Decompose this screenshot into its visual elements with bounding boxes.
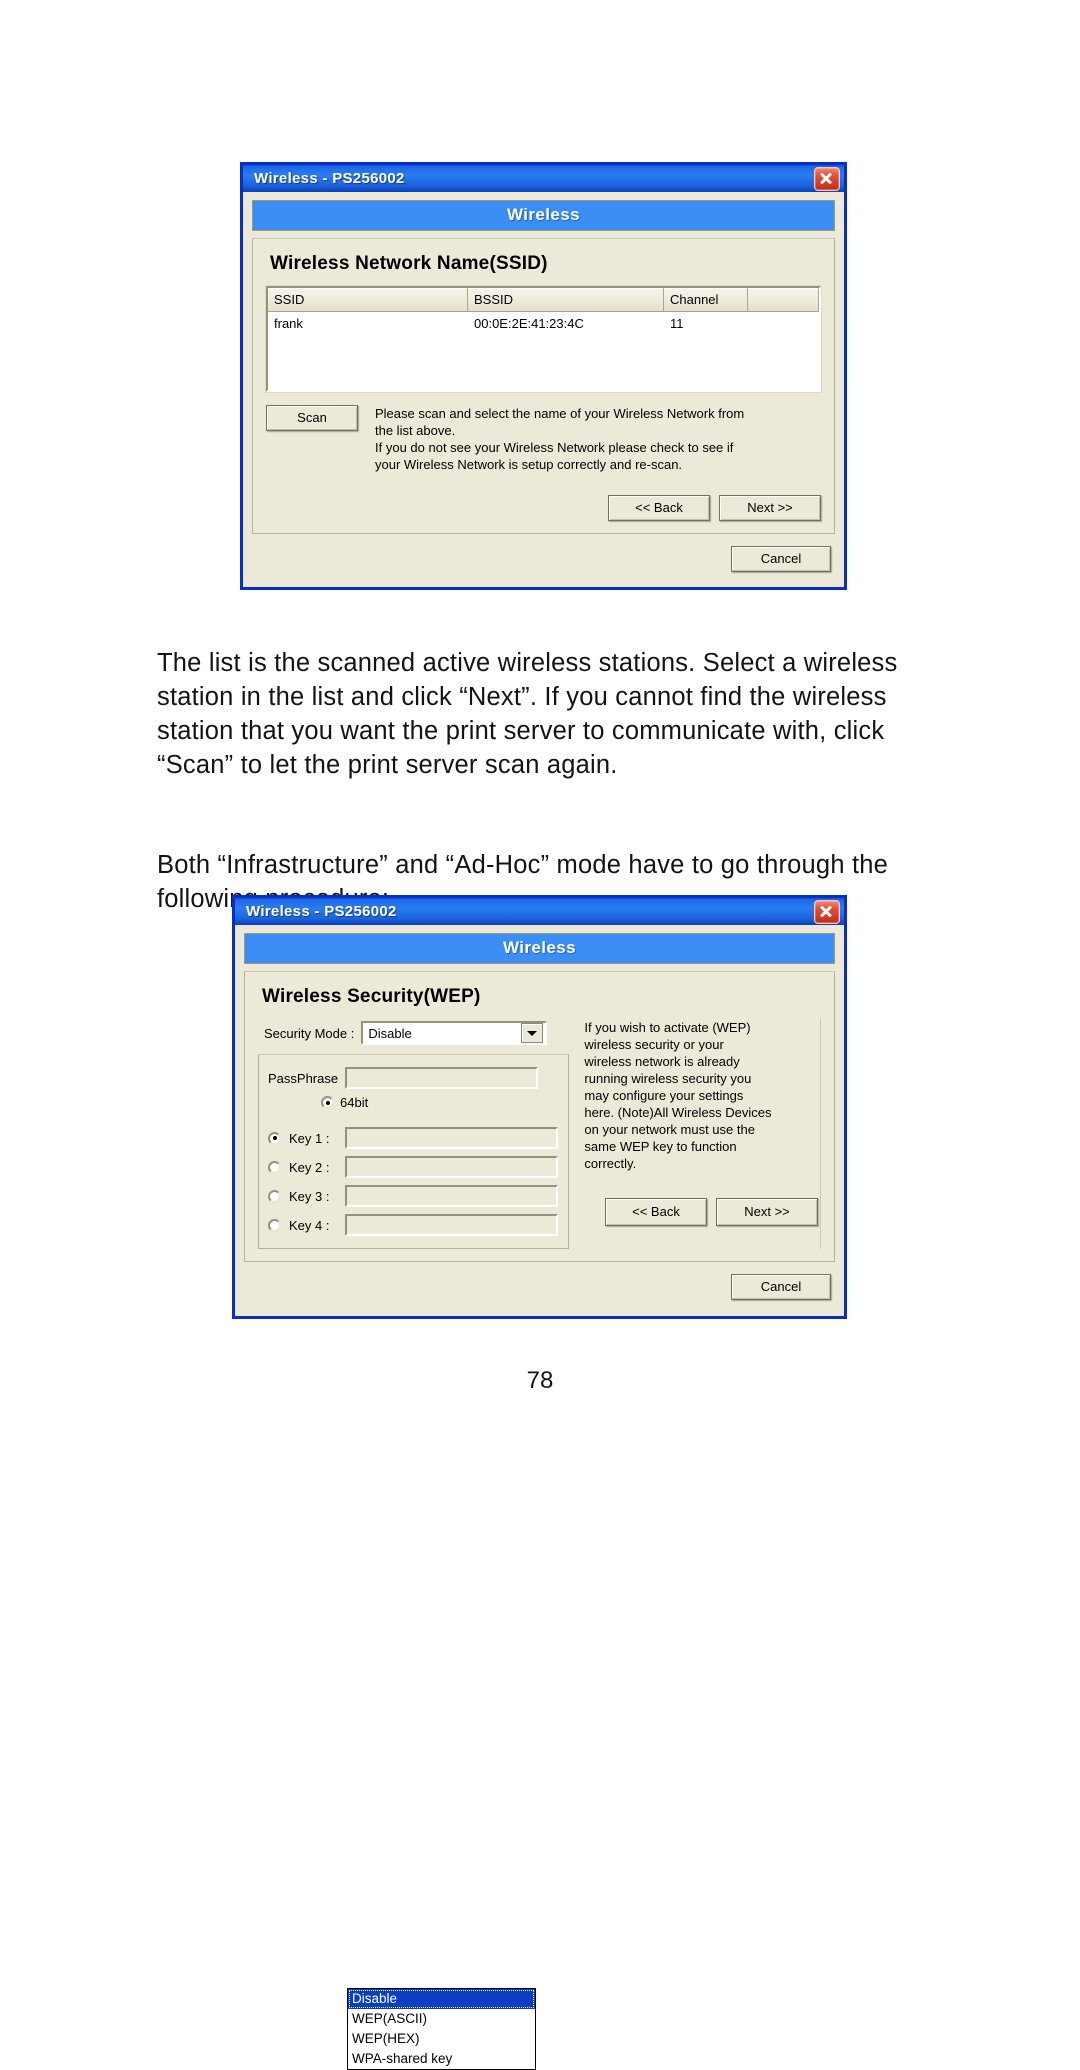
dialog1-body: Wireless Wireless Network Name(SSID) SSI… <box>243 192 844 582</box>
scan-button[interactable]: Scan <box>266 405 358 431</box>
page-number: 78 <box>526 1367 554 1394</box>
passphrase-label: PassPhrase <box>268 1070 339 1086</box>
help-line: wireless security or your <box>584 1037 724 1052</box>
dialog1-cancel-row: Cancel <box>252 546 835 572</box>
dialog2-banner: Wireless <box>244 933 835 964</box>
security-mode-label: Security Mode : <box>264 1025 355 1041</box>
security-left-column: Security Mode : Disable PassPhrase 64bit… <box>258 1019 570 1249</box>
key-4-input[interactable] <box>345 1214 559 1236</box>
key-3-radio[interactable] <box>268 1189 281 1203</box>
key-2-label: Key 2 : <box>289 1159 330 1175</box>
cell-channel: 11 <box>670 316 684 331</box>
security-help-text: If you wish to activate (WEP) wireless s… <box>584 1019 821 1249</box>
option-disable[interactable]: Disable <box>348 1989 535 2009</box>
help-line: on your network must use the <box>584 1122 755 1137</box>
key-rows: Key 1 : Key 2 : Key 3 : Key 4: <box>268 1127 559 1236</box>
panel-title: Wireless Network Name(SSID) <box>270 253 548 274</box>
cell-ssid: frank <box>274 316 303 331</box>
cancel-button[interactable]: Cancel <box>731 1274 831 1300</box>
back-button[interactable]: << Back <box>608 495 710 521</box>
key-2-input[interactable] <box>345 1156 559 1178</box>
key-length-row: 64bit <box>321 1095 558 1110</box>
listview-body: frank 00:0E:2E:41:23:4C 11 <box>268 312 819 390</box>
next-button[interactable]: Next >> <box>716 1198 818 1226</box>
cell-extra <box>748 312 819 334</box>
close-icon[interactable] <box>814 166 840 191</box>
key-row: Key 1 : <box>268 1127 559 1149</box>
key-2-radio[interactable] <box>268 1160 281 1174</box>
key-row: Key 2 : <box>268 1156 559 1178</box>
key-4-label: Key 4 : <box>289 1217 330 1233</box>
key-1-label: Key 1 : <box>289 1130 330 1146</box>
security-mode-value: Disable <box>368 1025 412 1041</box>
passphrase-row: PassPhrase <box>268 1067 558 1089</box>
dialog2-titlebar[interactable]: Wireless - PS256002 <box>232 895 847 925</box>
help-line: your Wireless Network is setup correctly… <box>375 457 683 472</box>
panel-title: Wireless Security(WEP) <box>262 986 481 1007</box>
table-row[interactable]: frank 00:0E:2E:41:23:4C 11 <box>268 312 819 334</box>
security-columns: Security Mode : Disable PassPhrase 64bit… <box>258 1019 821 1249</box>
cell-bssid: 00:0E:2E:41:23:4C <box>474 316 584 331</box>
option-wep-ascii[interactable]: WEP(ASCII) <box>348 2009 535 2029</box>
column-header-ssid[interactable]: SSID <box>268 288 468 311</box>
security-panel: Wireless Security(WEP) Security Mode : D… <box>244 971 835 1262</box>
key-3-input[interactable] <box>345 1185 559 1207</box>
help-line: If you wish to activate (WEP) <box>584 1020 751 1035</box>
chevron-down-icon[interactable] <box>521 1023 544 1043</box>
dialog2-nav-row: << Back Next >> <box>584 1198 818 1226</box>
paragraph-scan-instructions: The list is the scanned active wireless … <box>157 648 898 779</box>
key-length-radio[interactable] <box>321 1096 334 1109</box>
dialog1-titlebar[interactable]: Wireless - PS256002 <box>240 162 847 192</box>
column-header-bssid[interactable]: BSSID <box>468 288 664 311</box>
help-line: wireless network is already <box>584 1054 740 1069</box>
next-button[interactable]: Next >> <box>719 495 821 521</box>
wep-key-box: PassPhrase 64bit Key 1 : Key 2: Key 3:… <box>258 1054 570 1249</box>
security-mode-row: Security Mode : Disable <box>264 1021 569 1045</box>
help-line: correctly. <box>584 1156 637 1171</box>
ssid-panel: Wireless Network Name(SSID) SSID BSSID C… <box>252 238 835 534</box>
dialog1-nav-row: << Back Next >> <box>266 495 821 521</box>
dialog1-title: Wireless - PS256002 <box>254 170 405 187</box>
key-row: Key 4 : <box>268 1214 559 1236</box>
help-line: running wireless security you <box>584 1071 752 1086</box>
passphrase-input[interactable] <box>345 1067 539 1089</box>
help-line: If you do not see your Wireless Network … <box>375 440 734 455</box>
wireless-security-dialog: Wireless - PS256002 Wireless Wireless Se… <box>232 895 847 2070</box>
cancel-button[interactable]: Cancel <box>731 546 831 572</box>
key-1-input[interactable] <box>345 1127 559 1149</box>
help-line: may configure your settings <box>584 1088 744 1103</box>
key-4-radio[interactable] <box>268 1218 281 1232</box>
option-wpa-shared-key[interactable]: WPA-shared key <box>348 2049 535 2069</box>
listview-header: SSID BSSID Channel <box>268 288 819 312</box>
wireless-ssid-dialog: Wireless - PS256002 Wireless Wireless Ne… <box>240 162 847 590</box>
key-3-label: Key 3 : <box>289 1188 330 1204</box>
help-line: the list above. <box>375 423 456 438</box>
security-mode-select[interactable]: Disable <box>361 1021 548 1045</box>
column-header-extra[interactable] <box>748 288 819 311</box>
help-line: Please scan and select the name of your … <box>375 406 745 421</box>
help-line: here. (Note)All Wireless Devices <box>584 1105 772 1120</box>
dialog2-cancel-row: Cancel <box>244 1274 835 1300</box>
back-button[interactable]: << Back <box>605 1198 707 1226</box>
option-wep-hex[interactable]: WEP(HEX) <box>348 2029 535 2049</box>
ssid-listview[interactable]: SSID BSSID Channel frank 00:0E:2E:41:23:… <box>265 285 822 393</box>
dialog2-title: Wireless - PS256002 <box>246 903 397 920</box>
key-1-radio[interactable] <box>268 1131 281 1145</box>
help-line: same WEP key to function <box>584 1139 737 1154</box>
scan-help-text: Please scan and select the name of your … <box>375 405 775 473</box>
key-row: Key 3 : <box>268 1185 559 1207</box>
dialog1-banner: Wireless <box>252 200 835 231</box>
security-mode-option-list[interactable]: Disable WEP(ASCII) WEP(HEX) WPA-shared k… <box>347 1988 536 2070</box>
key-length-label: 64bit <box>340 1095 369 1110</box>
dialog2-body: Wireless Wireless Security(WEP) Security… <box>235 925 844 1310</box>
close-icon[interactable] <box>814 899 840 924</box>
column-header-channel[interactable]: Channel <box>664 288 748 311</box>
scan-row: Scan Please scan and select the name of … <box>266 405 821 473</box>
